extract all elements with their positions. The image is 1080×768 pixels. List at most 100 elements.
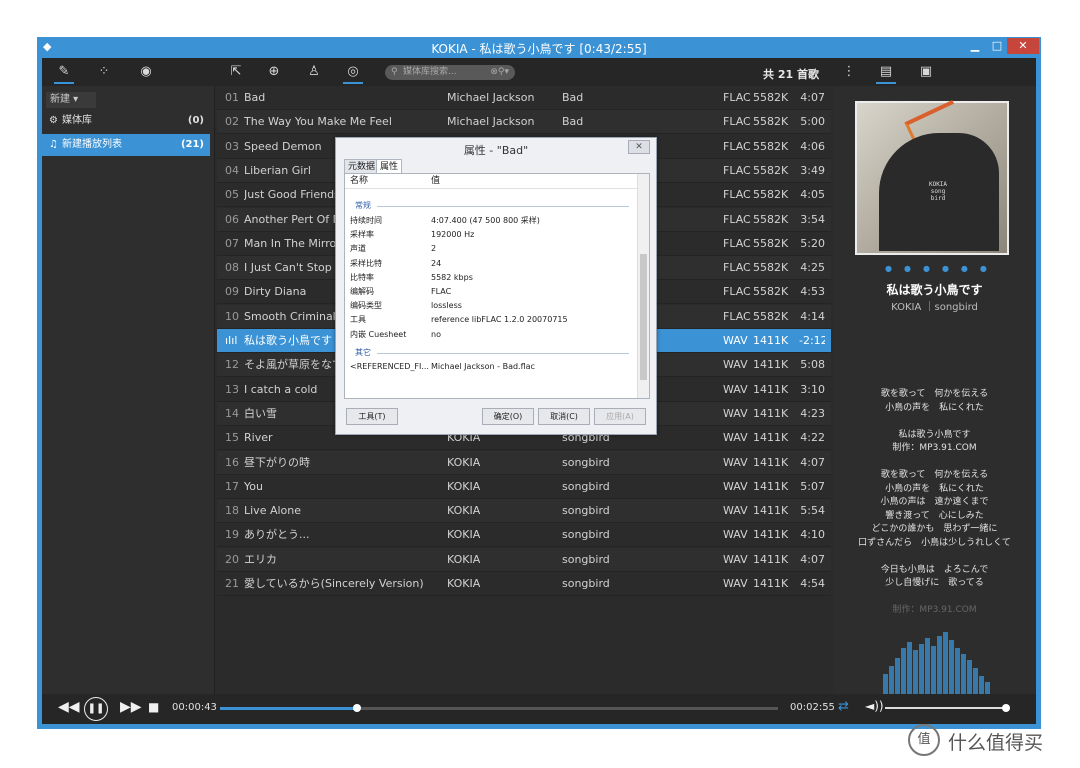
search-box[interactable]: ⚲ 媒体库搜索... ⊗⚲▾ xyxy=(385,65,515,80)
track-album: songbird xyxy=(562,504,610,518)
cancel-button[interactable]: 取消(C) xyxy=(538,408,590,425)
track-format: WAV xyxy=(723,455,748,469)
track-number: 06 xyxy=(225,212,239,226)
sidebar: 新建 ▾ ⚙ 媒体库 (0) ♫ 新建播放列表 (21) xyxy=(42,86,215,694)
property-name: 持续时间 xyxy=(350,216,382,225)
sidebar-item-new-playlist[interactable]: ♫ 新建播放列表 (21) xyxy=(42,134,210,156)
track-number: 18 xyxy=(225,504,239,518)
progress-handle[interactable] xyxy=(353,704,362,712)
property-value: 5582 kbps xyxy=(431,272,473,282)
watermark-text: 什么值得买 xyxy=(948,732,1044,754)
table-row[interactable]: 工具 reference libFLAC 1.2.0 20070715 xyxy=(345,313,637,327)
repeat-icon[interactable]: ⇄ xyxy=(838,699,849,714)
more-menu-icon[interactable]: ⋮ xyxy=(839,62,859,82)
table-row[interactable]: 持续时间 4:07.400 (47 500 800 采样) xyxy=(345,214,637,228)
lyric-line: 少し自慢げに 歌ってる xyxy=(885,578,984,588)
table-row[interactable]: 声道 2 xyxy=(345,242,637,256)
volume-handle[interactable] xyxy=(1002,704,1010,712)
disc-icon[interactable]: ◎ xyxy=(343,62,363,84)
track-duration: -2:12 xyxy=(799,334,825,347)
search-input[interactable]: 媒体库搜索... xyxy=(403,65,457,80)
track-duration: 3:10 xyxy=(800,382,825,396)
progress-bar[interactable] xyxy=(220,704,778,712)
tab-properties[interactable]: 属性 xyxy=(376,159,403,174)
table-row[interactable]: 01 Bad Michael Jackson Bad FLAC 5582K 4:07 xyxy=(217,86,831,110)
scroll-thumb[interactable] xyxy=(640,254,647,380)
table-row[interactable]: 17 You KOKIA songbird WAV 1411K 5:07 xyxy=(217,475,831,499)
dialog-close-button[interactable]: ✕ xyxy=(628,140,650,154)
track-format: WAV xyxy=(723,504,748,518)
new-playlist-dropdown[interactable]: 新建 ▾ xyxy=(46,92,96,108)
group-other-label: 其它 xyxy=(355,348,371,357)
stop-icon[interactable]: ■ xyxy=(148,700,159,714)
ok-button[interactable]: 确定(O) xyxy=(482,408,534,425)
track-title: 愛しているから(Sincerely Version) xyxy=(244,577,424,590)
title-bar[interactable]: ◆ KOKIA - 私は歌う小鳥です [0:43/2:55] ▁ □ ✕ xyxy=(37,37,1041,58)
table-row[interactable]: 比特率 5582 kbps xyxy=(345,271,637,285)
track-number: 02 xyxy=(225,115,239,129)
apply-button[interactable]: 应用(A) xyxy=(594,408,646,425)
lyrics-view-icon[interactable]: ▤ xyxy=(876,62,896,84)
table-row[interactable]: 内嵌 Cuesheet no xyxy=(345,328,637,342)
track-duration: 5:20 xyxy=(800,236,825,250)
table-row[interactable]: <REFERENCED_FI... Michael Jackson - Bad.… xyxy=(345,360,637,374)
table-header: 名称 值 xyxy=(345,174,637,189)
total-time: 00:02:55 xyxy=(790,702,835,713)
page-dots[interactable]: ●●●●●● xyxy=(885,264,987,273)
search-controls-icon[interactable]: ⊗⚲▾ xyxy=(490,65,509,80)
table-row[interactable]: 16 昼下がりの時 KOKIA songbird WAV 1411K 4:07 xyxy=(217,450,831,475)
next-icon[interactable]: ▶▶ xyxy=(120,699,142,715)
property-value: no xyxy=(431,329,441,339)
table-row[interactable]: 20 エリカ KOKIA songbird WAV 1411K 4:07 xyxy=(217,547,831,572)
track-bitrate: 1411K xyxy=(753,504,789,518)
profile-icon[interactable]: ◉ xyxy=(136,62,156,82)
volume-icon[interactable]: ◄)) xyxy=(865,699,884,713)
track-duration: 4:14 xyxy=(800,309,825,323)
table-row[interactable]: 02 The Way You Make Me Feel Michael Jackso… xyxy=(217,110,831,135)
export-icon[interactable]: ⇱ xyxy=(226,62,246,82)
close-button[interactable]: ✕ xyxy=(1007,38,1039,54)
mini-mode-icon[interactable]: ▣ xyxy=(916,62,936,82)
tab-metadata[interactable]: 元数据 xyxy=(344,159,380,174)
sidebar-item-library[interactable]: ⚙ 媒体库 (0) xyxy=(42,110,210,132)
group-divider xyxy=(377,353,629,354)
track-format: FLAC xyxy=(723,139,751,153)
track-artist: KOKIA xyxy=(447,479,481,493)
playlist-view-icon[interactable]: ✎ xyxy=(54,62,74,84)
lyric-line: 歌を歌って 何かを伝える xyxy=(880,470,989,480)
property-name: 采样率 xyxy=(350,230,374,240)
maximize-button[interactable]: □ xyxy=(985,38,1009,54)
table-row[interactable]: 采样比特 24 xyxy=(345,257,637,271)
track-number: 10 xyxy=(225,309,239,323)
property-value: 24 xyxy=(431,258,442,268)
track-duration: 5:54 xyxy=(800,504,825,518)
track-format: WAV xyxy=(723,358,748,372)
track-duration: 4:07 xyxy=(800,552,825,566)
table-row[interactable]: 编码类型 lossless xyxy=(345,299,637,313)
lyric-line: 制作：MP3.91.COM xyxy=(892,605,977,615)
table-row[interactable]: 18 Live Alone KOKIA songbird WAV 1411K 5:54 xyxy=(217,499,831,524)
grid-view-icon[interactable]: ⁘ xyxy=(94,62,114,82)
track-number: 07 xyxy=(225,236,239,250)
pause-button[interactable]: ❚❚ xyxy=(84,697,108,721)
album-cover[interactable]: KOKIA song bird xyxy=(855,100,1009,255)
table-row[interactable]: 19 ありがとう... KOKIA songbird WAV 1411K 4:10 xyxy=(217,523,831,548)
user-icon[interactable]: ♙ xyxy=(304,62,324,82)
previous-icon[interactable]: ◀◀ xyxy=(58,699,80,715)
tools-button[interactable]: 工具(T) xyxy=(346,408,398,425)
minimize-button[interactable]: ▁ xyxy=(963,38,987,54)
volume-slider[interactable] xyxy=(885,704,1010,712)
dialog-scrollbar[interactable] xyxy=(637,174,649,398)
spectrum-bar xyxy=(889,666,894,694)
track-format: WAV xyxy=(723,382,748,396)
lyric-line: 響き渡って 心にしみた xyxy=(885,510,984,521)
add-icon[interactable]: ⊕ xyxy=(264,62,284,82)
table-row[interactable]: 21 愛しているから(Sincerely Version) KOKIA songbir… xyxy=(217,572,831,596)
table-row[interactable]: 编解码 FLAC xyxy=(345,285,637,299)
table-row[interactable]: 采样率 192000 Hz xyxy=(345,228,637,242)
spectrum-bar xyxy=(895,658,900,694)
track-title: Live Alone xyxy=(244,504,302,518)
property-name: 工具 xyxy=(350,315,366,325)
track-bitrate: 5582K xyxy=(753,188,789,202)
property-value: Michael Jackson - Bad.flac xyxy=(431,362,535,371)
